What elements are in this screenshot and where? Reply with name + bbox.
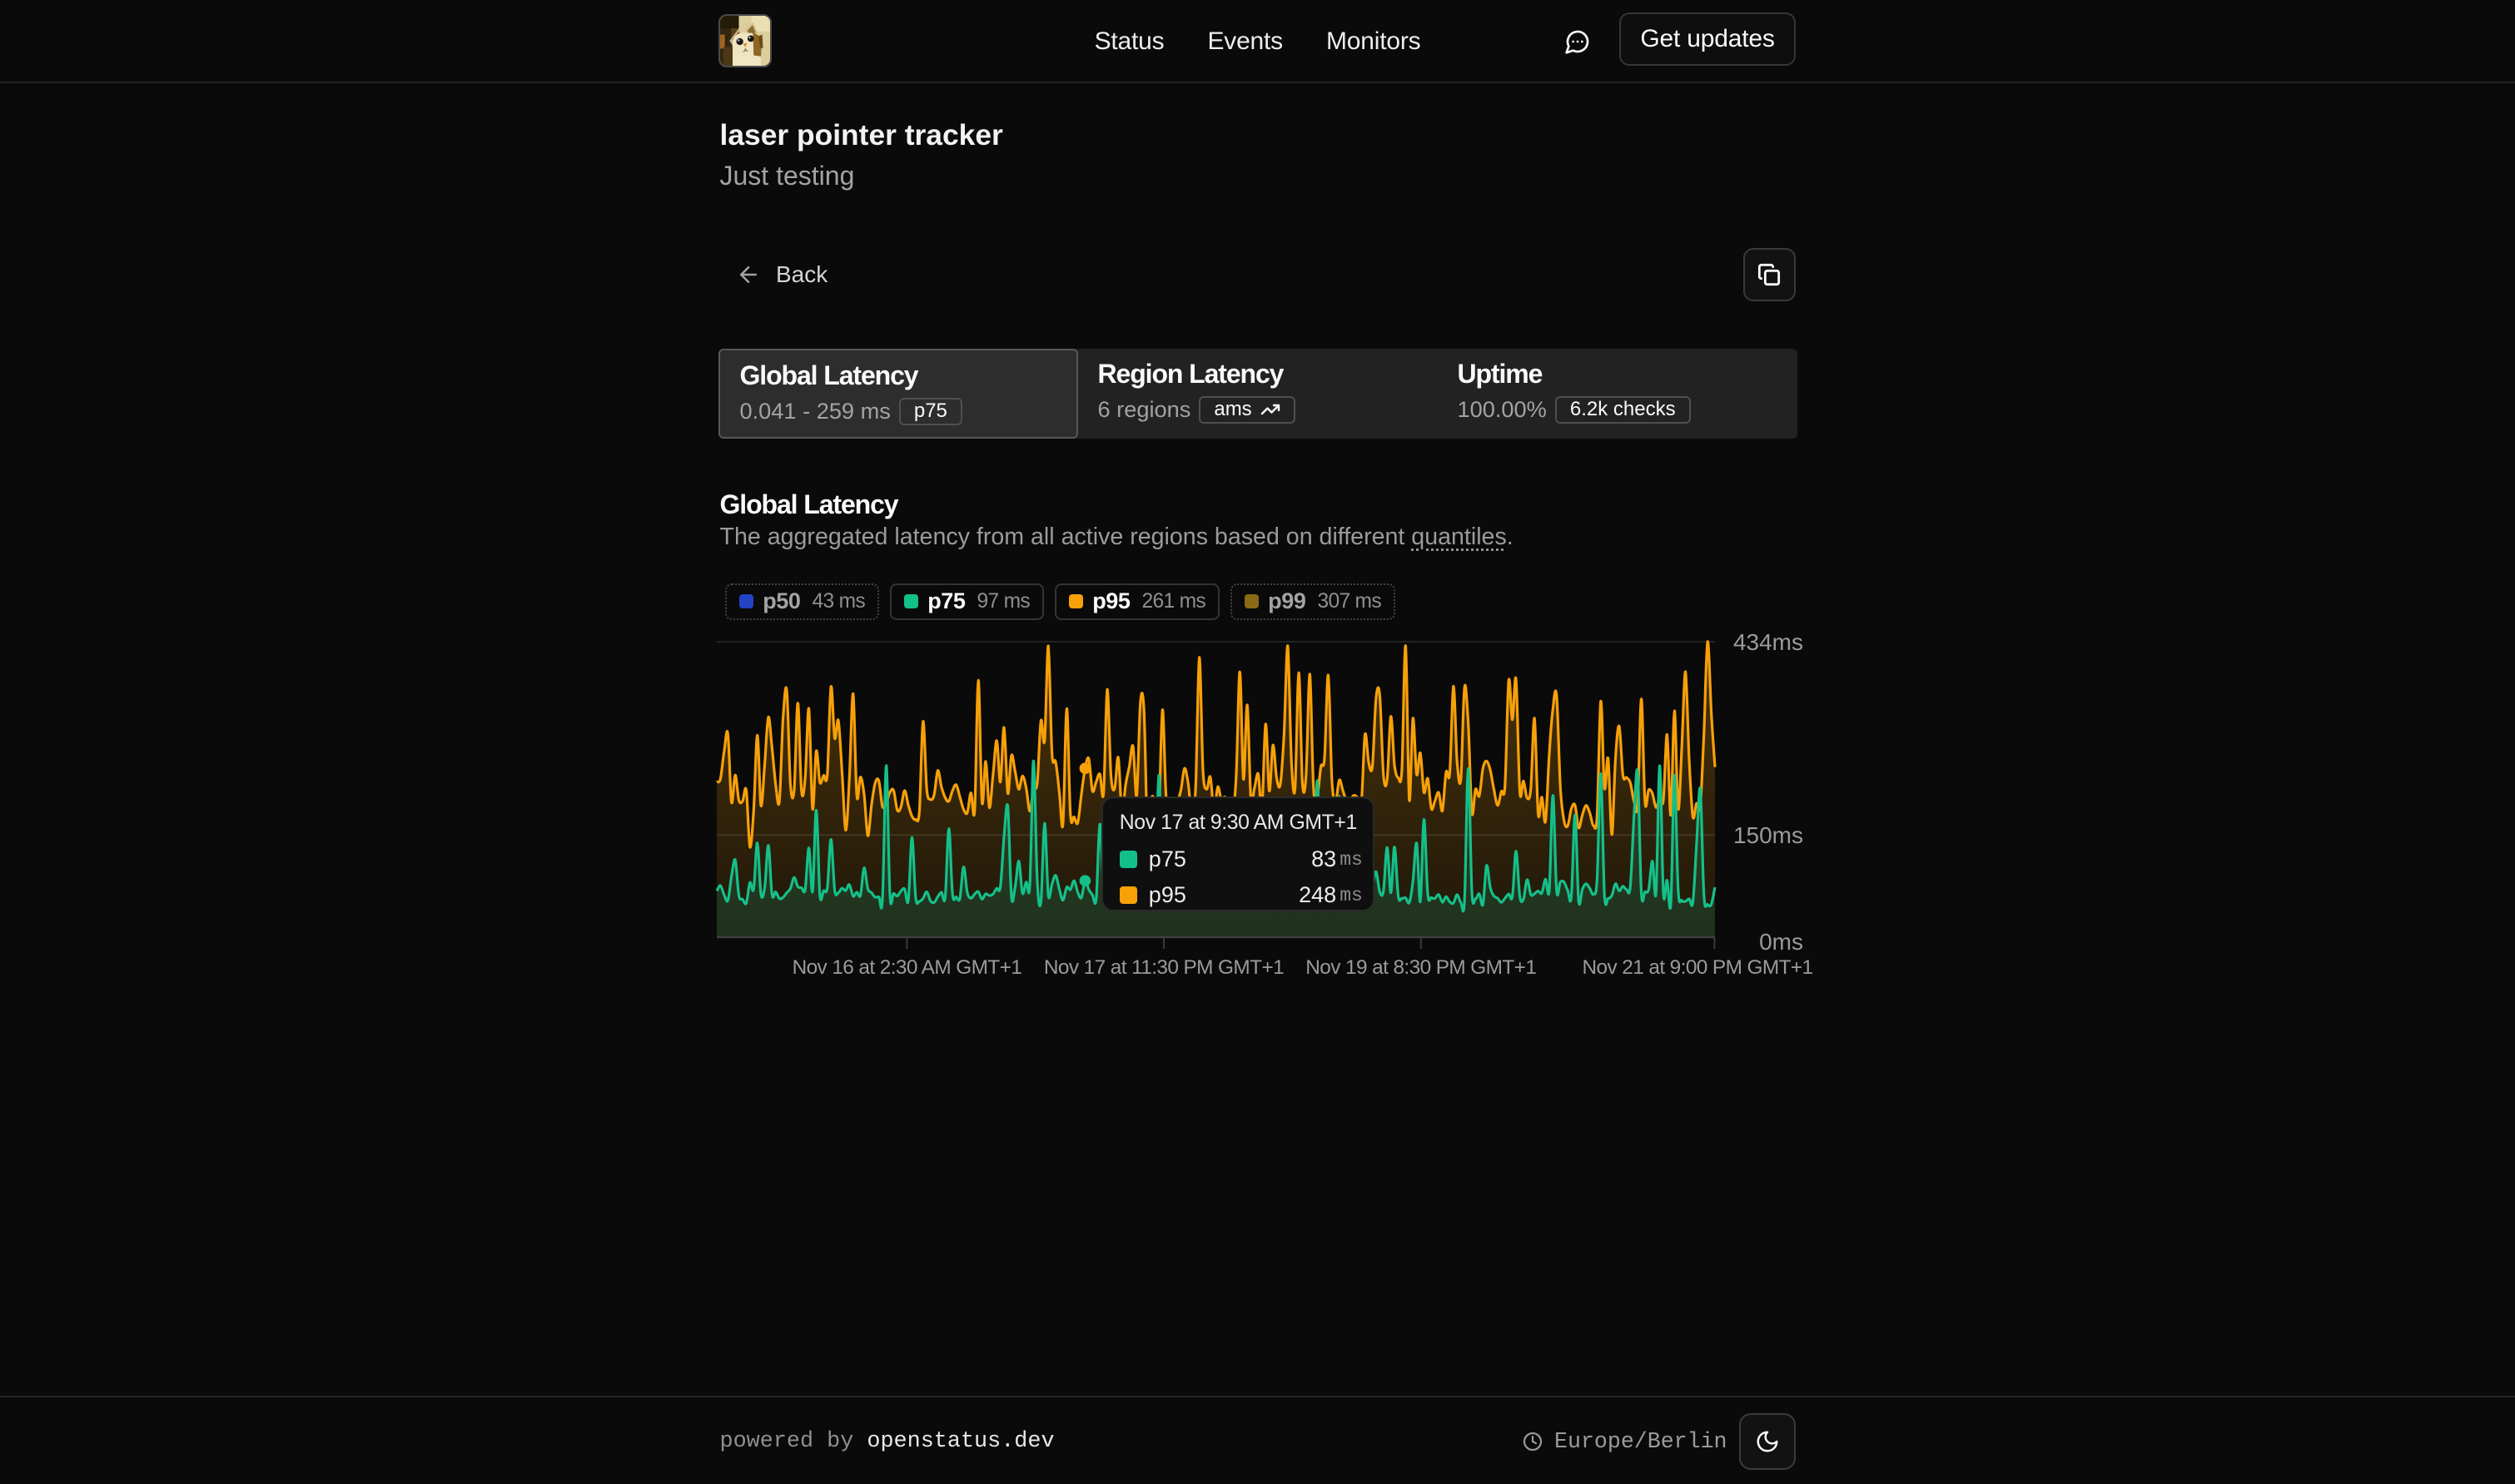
- svg-text:Nov 19 at 8:30 PM GMT+1: Nov 19 at 8:30 PM GMT+1: [1305, 956, 1536, 979]
- svg-text:Nov 16 at 2:30 AM GMT+1: Nov 16 at 2:30 AM GMT+1: [793, 956, 1022, 979]
- svg-text:150ms: 150ms: [1733, 822, 1803, 848]
- svg-text:434ms: 434ms: [1733, 629, 1803, 655]
- svg-text:Nov 21 at 9:00 PM GMT+1: Nov 21 at 9:00 PM GMT+1: [1583, 956, 1813, 979]
- svg-text:0ms: 0ms: [1759, 929, 1803, 955]
- svg-text:Nov 17 at 11:30 PM GMT+1: Nov 17 at 11:30 PM GMT+1: [1044, 956, 1284, 979]
